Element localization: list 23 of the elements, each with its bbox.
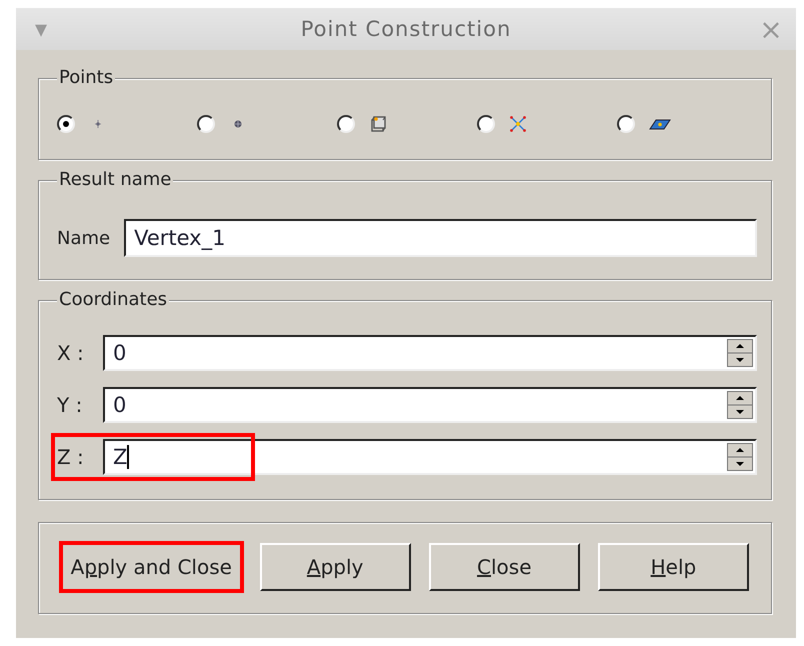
coordinate-label: Z :	[57, 445, 85, 469]
name-label: Name	[57, 228, 110, 248]
spin-arrows-icon[interactable]	[727, 339, 753, 367]
dialog-button[interactable]: Help	[598, 543, 749, 591]
coordinate-label: X :	[57, 341, 85, 365]
radio-button[interactable]	[57, 115, 75, 133]
radio-button[interactable]	[477, 115, 495, 133]
spin-arrows-icon[interactable]	[727, 391, 753, 419]
cube-icon	[369, 115, 387, 133]
spin-box[interactable]: Z	[103, 439, 757, 475]
dialog-button[interactable]: Apply	[260, 543, 411, 591]
window-title: Point Construction	[300, 17, 512, 41]
crossed-lines-icon	[509, 115, 527, 133]
spin-box[interactable]: 0	[103, 335, 757, 371]
radio-button[interactable]	[197, 115, 215, 133]
name-field[interactable]: Vertex_1	[124, 219, 757, 257]
spin-arrows-icon[interactable]	[727, 443, 753, 471]
coordinate-label: Y :	[57, 393, 84, 417]
radio-button[interactable]	[337, 115, 355, 133]
dialog-button[interactable]: Apply and Close	[61, 543, 242, 591]
dialog-button[interactable]: Close	[428, 543, 580, 591]
spin-box[interactable]: 0	[103, 387, 757, 423]
radio-button[interactable]	[617, 115, 635, 133]
